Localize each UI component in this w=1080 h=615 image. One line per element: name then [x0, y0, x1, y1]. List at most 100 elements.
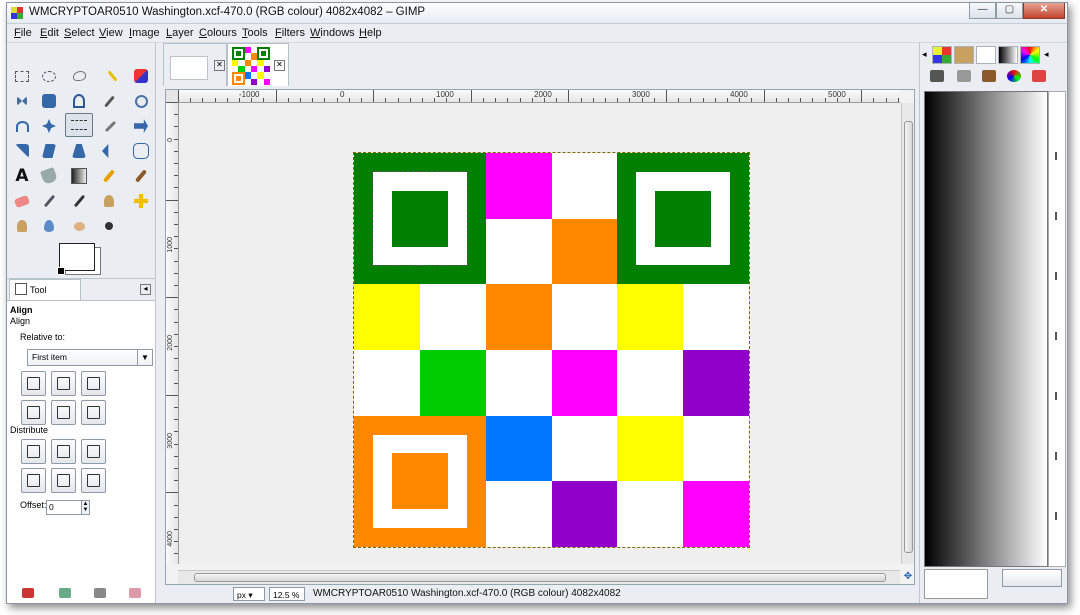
paintbrush-tool-icon[interactable]: [131, 166, 151, 186]
foreground-select-tool-icon[interactable]: [39, 91, 59, 111]
menu-select[interactable]: Select: [64, 27, 95, 39]
color-wheel-icon[interactable]: [1007, 70, 1021, 82]
color-picker-tool-icon[interactable]: [99, 91, 119, 111]
distribute-left-button[interactable]: [21, 439, 46, 464]
horizontal-ruler[interactable]: -1000 0 1000 2000 3000 4000 5000: [178, 90, 900, 103]
distribute-center-button[interactable]: [51, 439, 76, 464]
reset-options-icon[interactable]: [129, 588, 141, 598]
pencil-tool-icon[interactable]: [99, 166, 119, 186]
image-tab-qr[interactable]: ✕: [227, 43, 289, 86]
restore-options-icon[interactable]: [59, 588, 71, 598]
gradients-tab-icon[interactable]: [998, 46, 1018, 64]
crop-tool-icon[interactable]: [100, 116, 120, 136]
measure-tool-icon[interactable]: [12, 116, 32, 136]
scroll-thumb[interactable]: [904, 121, 913, 553]
default-colors-icon[interactable]: [57, 267, 65, 275]
device-status-icon[interactable]: [930, 70, 944, 82]
select-by-color-tool-icon[interactable]: [131, 66, 151, 86]
align-center-button[interactable]: [51, 371, 76, 396]
airbrush-tool-icon[interactable]: [39, 191, 59, 211]
shear-tool-icon[interactable]: [39, 141, 59, 161]
tool-options-tab[interactable]: Tool Options: [9, 279, 81, 315]
align-right-button[interactable]: [81, 371, 106, 396]
canvas[interactable]: [179, 103, 901, 564]
maximize-button[interactable]: ▢: [996, 3, 1023, 19]
smudge-tool-icon[interactable]: [69, 216, 89, 236]
text-tool-icon[interactable]: A: [12, 166, 32, 186]
vertical-ruler[interactable]: 0 1000 2000 3000 4000: [166, 102, 179, 564]
offset-spinner[interactable]: ▲ ▼: [81, 500, 90, 515]
menu-filters[interactable]: Filters: [275, 27, 305, 39]
menu-file[interactable]: File: [14, 27, 32, 39]
rotate-tool-icon[interactable]: [131, 116, 151, 136]
pattern-icon[interactable]: [1032, 70, 1046, 82]
zoom-dropdown[interactable]: 12.5 % ▾: [269, 587, 305, 601]
navigate-icon[interactable]: ✥: [902, 571, 914, 584]
align-tool-icon[interactable]: [65, 113, 93, 137]
dock-close-icon[interactable]: ◂: [1044, 49, 1049, 60]
menu-edit[interactable]: Edit: [40, 27, 59, 39]
printer-icon[interactable]: [957, 70, 971, 82]
free-select-tool-icon[interactable]: [69, 66, 89, 86]
qr-image[interactable]: [353, 152, 750, 548]
save-options-icon[interactable]: [22, 588, 34, 598]
gradient-editor-preview[interactable]: [924, 569, 988, 599]
align-middle-button[interactable]: [51, 400, 76, 425]
gradient-scrollbar[interactable]: [1048, 91, 1066, 567]
menu-image[interactable]: Image: [129, 27, 160, 39]
ink-tool-icon[interactable]: [69, 191, 89, 211]
distribute-top-button[interactable]: [21, 468, 46, 493]
dock-menu-icon[interactable]: ◂: [922, 49, 927, 60]
distribute-right-button[interactable]: [81, 439, 106, 464]
align-left-button[interactable]: [21, 371, 46, 396]
zoom-tool-icon[interactable]: [131, 91, 151, 111]
blur-tool-icon[interactable]: [39, 216, 59, 236]
move-tool-icon[interactable]: [39, 116, 59, 136]
heal-tool-icon[interactable]: [131, 191, 151, 211]
palettes-tab-icon[interactable]: [1020, 46, 1040, 64]
scroll-thumb[interactable]: [194, 573, 886, 582]
bucket-fill-tool-icon[interactable]: [39, 166, 59, 186]
vertical-scrollbar[interactable]: [901, 103, 914, 564]
blend-tool-icon[interactable]: [69, 166, 89, 186]
menu-layer[interactable]: Layer: [166, 27, 194, 39]
clone-tool-icon[interactable]: [99, 191, 119, 211]
brushes-tab-icon[interactable]: [954, 46, 974, 64]
menu-colours[interactable]: Colours: [199, 27, 237, 39]
brush-icon[interactable]: [982, 70, 996, 82]
panel-menu-icon[interactable]: ◂: [140, 284, 151, 295]
horizontal-scrollbar[interactable]: [178, 570, 900, 584]
perspective-clone-tool-icon[interactable]: [12, 216, 32, 236]
menu-windows[interactable]: Windows: [310, 27, 355, 39]
dodge-burn-tool-icon[interactable]: [99, 216, 119, 236]
close-tab-icon[interactable]: ✕: [214, 60, 225, 71]
fuzzy-select-tool-icon[interactable]: [102, 66, 122, 86]
align-bottom-button[interactable]: [81, 400, 106, 425]
distribute-bottom-button[interactable]: [81, 468, 106, 493]
paths-tool-icon[interactable]: [69, 91, 89, 111]
distribute-middle-button[interactable]: [51, 468, 76, 493]
eraser-tool-icon[interactable]: [12, 191, 32, 211]
close-button[interactable]: ✕: [1023, 3, 1065, 19]
menu-view[interactable]: View: [99, 27, 123, 39]
cage-transform-tool-icon[interactable]: [131, 141, 151, 161]
fonts-tab-icon[interactable]: [976, 46, 996, 64]
minimize-button[interactable]: —: [969, 3, 996, 19]
gradient-preview[interactable]: [924, 91, 1048, 567]
image-tab-empty[interactable]: ✕: [163, 43, 227, 86]
menu-tools[interactable]: Tools: [242, 27, 268, 39]
relative-to-dropdown[interactable]: First item ▼: [27, 349, 153, 366]
scissors-tool-icon[interactable]: [12, 91, 32, 111]
fg-bg-color-selector[interactable]: [57, 243, 103, 275]
close-tab-icon[interactable]: ✕: [274, 60, 285, 71]
scale-tool-icon[interactable]: [12, 141, 32, 161]
delete-options-icon[interactable]: [94, 588, 106, 598]
perspective-tool-icon[interactable]: [69, 141, 89, 161]
rect-select-tool-icon[interactable]: [12, 66, 32, 86]
ellipse-select-tool-icon[interactable]: [39, 66, 59, 86]
offset-input[interactable]: 0: [46, 500, 82, 515]
menu-help[interactable]: Help: [359, 27, 382, 39]
pattern-tab-icon[interactable]: [932, 46, 952, 64]
flip-tool-icon[interactable]: [99, 141, 119, 161]
gradient-edit-button[interactable]: [1002, 569, 1062, 587]
